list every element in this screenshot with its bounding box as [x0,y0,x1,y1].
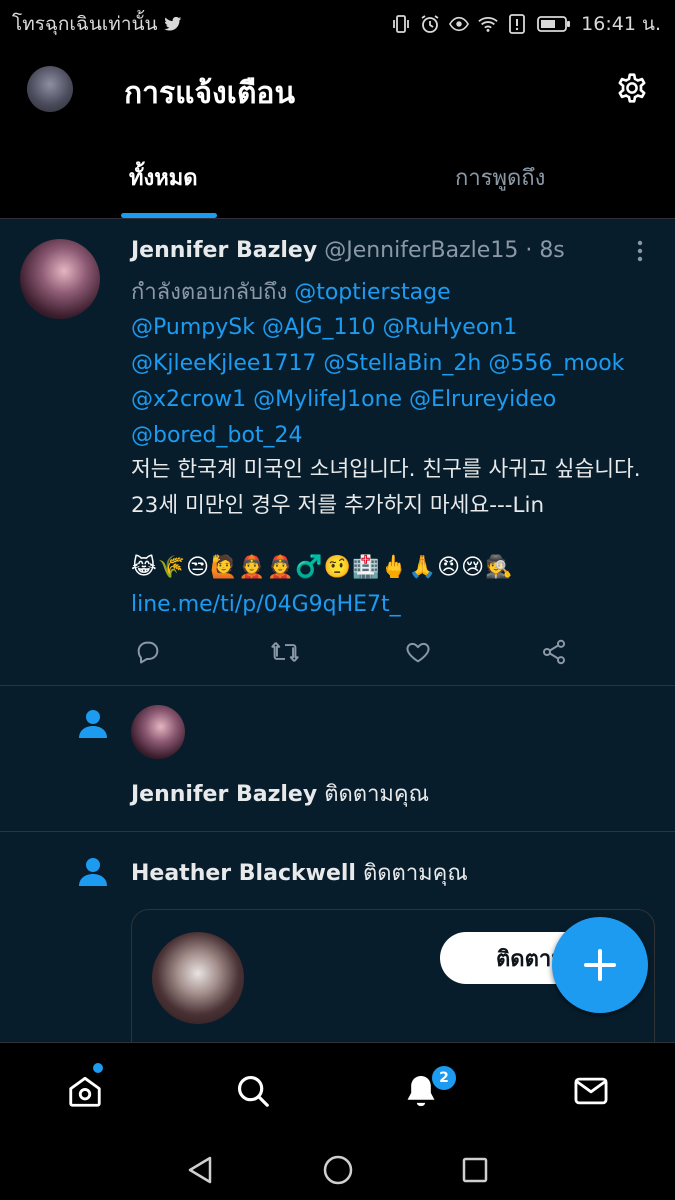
share-icon[interactable] [540,638,568,666]
mention-line[interactable]: @KjleeKjlee1717 @StellaBin_2h @556_mook [131,346,661,382]
alarm-icon [420,14,440,34]
follow-action: ติดตามคุณ [324,782,430,807]
tweet-author-avatar[interactable] [20,239,100,319]
tab-all[interactable]: ทั้งหมด [129,160,198,195]
recents-nav-icon[interactable] [461,1156,489,1188]
tab-mentions[interactable]: การพูดถึง [455,160,545,195]
follow-action: ติดตามคุณ [362,861,468,886]
tweet-author-name[interactable]: Jennifer Bazley [131,238,317,263]
follower-name[interactable]: Jennifer Bazley [131,782,317,807]
messages-mail-icon[interactable] [572,1072,610,1110]
tweet-time: · 8s [525,238,565,263]
person-icon [76,709,110,739]
carrier-text: โทรฉุกเฉินเท่านั้น [12,13,158,35]
home-icon[interactable] [66,1072,104,1110]
tweet-body: 저는 한국계 미국인 소녀입니다. 친구를 사귀고 싶습니다. 23세 미만인 … [131,457,641,518]
row-divider [0,685,675,686]
mention-list[interactable]: @PumpySk @AJG_110 @RuHyeon1 @KjleeKjlee1… [131,310,661,454]
twitter-bird-icon [163,14,183,34]
vibrate-icon [391,14,411,34]
gear-icon[interactable] [612,68,652,108]
follow-notification-text: Heather Blackwell ติดตามคุณ [131,855,468,890]
eye-icon [449,14,470,34]
search-icon[interactable] [234,1072,272,1110]
row-divider [0,831,675,832]
reply-mention[interactable]: @toptierstage [294,280,450,305]
home-unread-dot [93,1063,103,1073]
app-header [0,44,675,220]
retweet-icon[interactable] [270,638,299,666]
more-options-icon[interactable] [626,239,654,263]
reply-prefix: กำลังตอบกลับถึง [131,280,288,305]
reply-line: กำลังตอบกลับถึง @toptierstage [131,274,451,309]
status-left: โทรฉุกเฉินเท่านั้น [12,9,183,39]
like-heart-icon[interactable] [404,638,432,666]
back-nav-icon[interactable] [186,1155,214,1189]
mention-line[interactable]: @x2crow1 @MylifeJ1one @Elrureyideo [131,382,661,418]
home-nav-icon[interactable] [322,1154,354,1190]
compose-button[interactable] [552,917,648,1013]
person-icon [76,857,110,887]
battery-icon [536,14,572,34]
tweet-link[interactable]: line.me/ti/p/04G9qHE7t_ [131,592,401,617]
status-time: 16:41 น. [581,13,661,35]
status-right: 16:41 น. [391,9,661,39]
reply-icon[interactable] [134,638,162,666]
notification-count-badge: 2 [430,1064,458,1092]
follower-avatar[interactable] [131,705,185,759]
page-title: การแจ้งเตือน [124,76,295,111]
mention-line[interactable]: @PumpySk @AJG_110 @RuHyeon1 [131,310,661,346]
user-card-avatar[interactable] [152,932,244,1024]
tweet-author-handle: @JenniferBazle15 [324,238,519,263]
follow-notification-text: Jennifer Bazley ติดตามคุณ [131,776,429,811]
mention-line[interactable]: @bored_bot_24 [131,418,661,454]
notifications-list: Jennifer Bazley @JenniferBazle15 · 8s กำ… [0,219,675,1042]
tweet-emojis: 😹🌾😒🙋👲👲♂️🤨🏥🖕🙏😠😢🕵️ [131,555,514,580]
plus-icon [584,949,616,981]
wifi-icon [478,14,498,34]
tweet-header: Jennifer Bazley @JenniferBazle15 · 8s [131,238,565,263]
follower-name[interactable]: Heather Blackwell [131,861,356,886]
profile-avatar[interactable] [27,66,73,112]
alert-icon [507,14,527,34]
